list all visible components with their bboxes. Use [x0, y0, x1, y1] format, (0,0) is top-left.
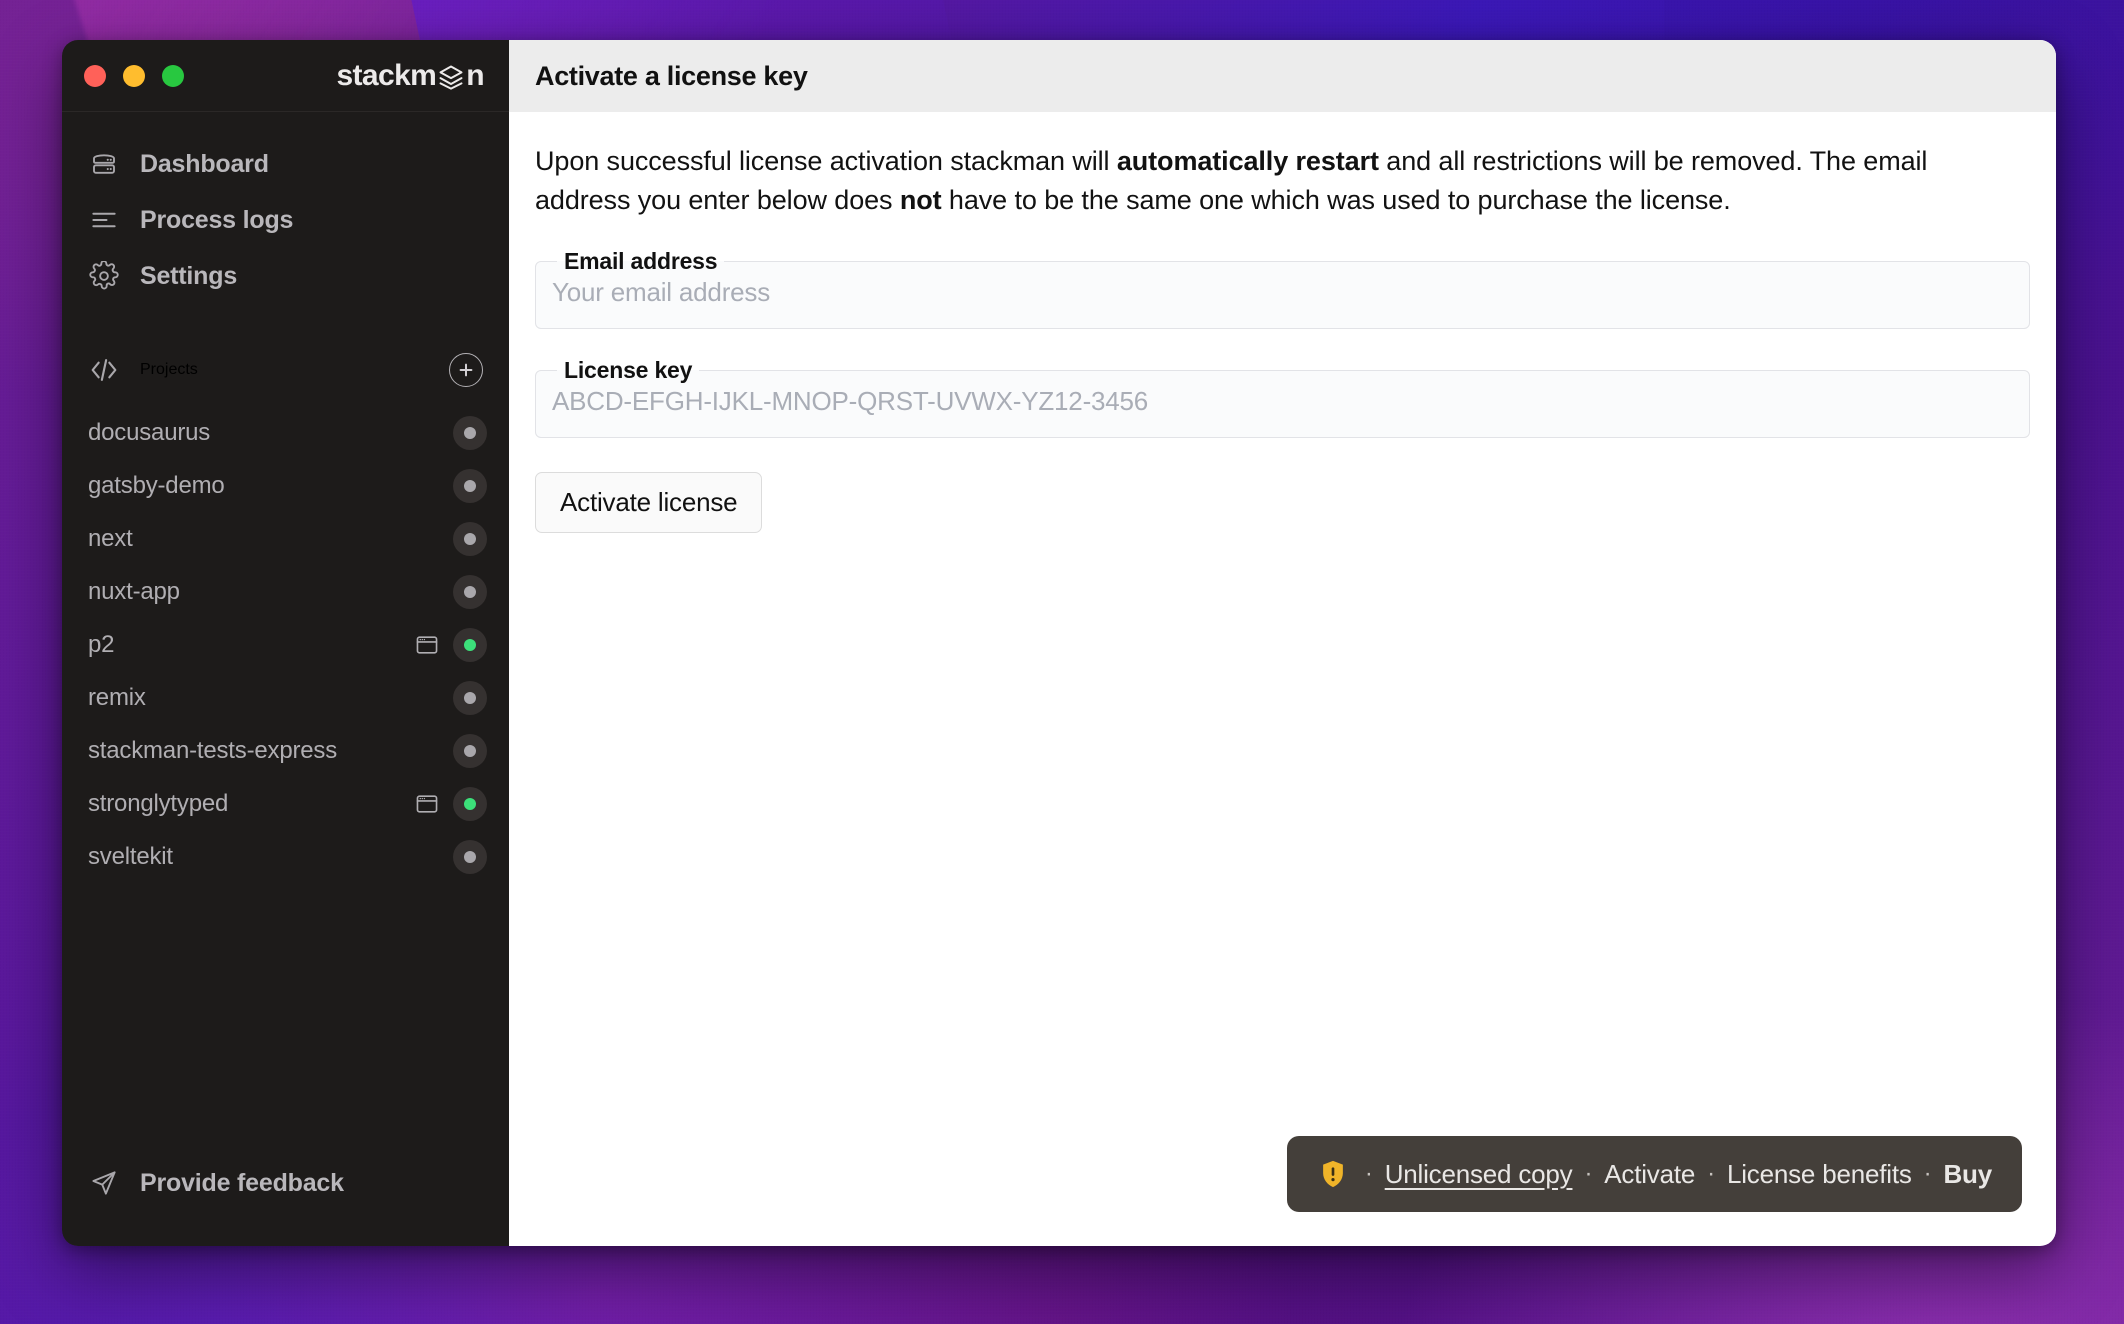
- minimize-window-button[interactable]: [123, 64, 145, 87]
- email-field-label: Email address: [564, 248, 718, 275]
- sidebar-item-settings[interactable]: Settings: [62, 248, 509, 304]
- sidebar-item-label: Settings: [140, 261, 238, 290]
- sidebar-item-process-logs[interactable]: Process logs: [62, 192, 509, 248]
- layers-icon: [437, 63, 465, 91]
- intro-paragraph: Upon successful license activation stack…: [535, 142, 2030, 220]
- license-key-field[interactable]: [552, 384, 2013, 424]
- toast-separator: ·: [1923, 1160, 1932, 1187]
- email-field[interactable]: [552, 275, 2013, 315]
- projects-section-header: Projects: [62, 340, 509, 400]
- project-name: docusaurus: [88, 418, 211, 446]
- unlicensed-copy-link[interactable]: Unlicensed copy: [1385, 1159, 1573, 1190]
- browser-window-icon[interactable]: [413, 631, 441, 659]
- sidebar-item-dashboard[interactable]: Dashboard: [62, 136, 509, 192]
- intro-part3: have to be the same one which was used t…: [941, 185, 1731, 216]
- status-badge: [453, 839, 487, 874]
- sidebar-item-label: Process logs: [140, 205, 294, 234]
- brand-prefix: stackm: [336, 58, 437, 92]
- projects-label: Projects: [140, 361, 198, 378]
- intro-part1: Upon successful license activation stack…: [535, 146, 1117, 176]
- status-badge: [453, 786, 487, 821]
- project-name: sveltekit: [88, 842, 173, 870]
- intro-bold-not: not: [899, 185, 942, 216]
- list-item[interactable]: remix: [62, 671, 509, 724]
- maximize-window-button[interactable]: [162, 64, 184, 87]
- list-item[interactable]: sveltekit: [62, 830, 509, 883]
- app-logo: stackm n: [336, 59, 484, 93]
- main-body: Upon successful license activation stack…: [509, 112, 2056, 1246]
- window-controls: [84, 64, 184, 87]
- license-benefits-link[interactable]: License benefits: [1727, 1159, 1912, 1190]
- project-name: nuxt-app: [88, 577, 180, 605]
- status-badge: [453, 627, 487, 662]
- list-item[interactable]: gatsby-demo: [62, 459, 509, 512]
- intro-bold-restart: automatically restart: [1116, 146, 1379, 176]
- status-badge: [453, 574, 487, 609]
- activate-license-button[interactable]: Activate license: [535, 472, 763, 534]
- gear-icon: [88, 260, 120, 292]
- project-list: docusaurus gatsby-demo next nuxt-app p2: [62, 406, 509, 883]
- list-item[interactable]: nuxt-app: [62, 565, 509, 618]
- buy-link[interactable]: Buy: [1943, 1159, 1992, 1190]
- brand-suffix: n: [466, 58, 484, 92]
- status-badge: [453, 733, 487, 768]
- list-item[interactable]: docusaurus: [62, 406, 509, 459]
- sidebar-footer: Provide feedback: [62, 1154, 509, 1246]
- project-name: next: [88, 524, 133, 552]
- toast-separator: ·: [1584, 1160, 1593, 1187]
- status-badge: [453, 521, 487, 556]
- project-name: remix: [88, 683, 146, 711]
- provide-feedback-button[interactable]: Provide feedback: [62, 1154, 509, 1212]
- list-item[interactable]: p2: [62, 618, 509, 671]
- project-name: gatsby-demo: [88, 471, 225, 499]
- send-icon: [88, 1167, 120, 1199]
- status-badge: [453, 680, 487, 715]
- server-icon: [88, 148, 120, 180]
- list-item[interactable]: stronglytyped: [62, 777, 509, 830]
- activate-link[interactable]: Activate: [1604, 1159, 1695, 1190]
- main-header: Activate a license key: [509, 40, 2056, 112]
- primary-nav: Dashboard Process logs Settings: [62, 112, 509, 312]
- provide-feedback-label: Provide feedback: [140, 1168, 344, 1197]
- list-icon: [88, 204, 120, 236]
- main-panel: Activate a license key Upon successful l…: [509, 40, 2056, 1246]
- list-item[interactable]: stackman-tests-express: [62, 724, 509, 777]
- toast-separator: ·: [1364, 1160, 1373, 1187]
- sidebar-item-label: Dashboard: [140, 149, 269, 178]
- status-badge: [453, 468, 487, 503]
- project-name: stackman-tests-express: [88, 736, 338, 764]
- sidebar: stackm n Dashboard Process logs Settings…: [62, 40, 509, 1246]
- toast-separator: ·: [1707, 1160, 1715, 1187]
- application-window: stackm n Dashboard Process logs Settings…: [62, 40, 2056, 1246]
- project-name: stronglytyped: [88, 789, 229, 817]
- code-brackets-icon: [88, 354, 120, 386]
- list-item[interactable]: next: [62, 512, 509, 565]
- add-project-button[interactable]: [449, 353, 483, 387]
- status-badge: [453, 415, 487, 450]
- browser-window-icon[interactable]: [413, 790, 441, 818]
- license-status-bar: · Unlicensed copy · Activate · License b…: [1286, 1136, 2022, 1212]
- project-name: p2: [88, 630, 115, 658]
- license-key-field-group: License key: [535, 357, 2030, 439]
- license-key-field-label: License key: [564, 357, 693, 384]
- shield-warning-icon: [1317, 1158, 1349, 1190]
- email-field-group: Email address: [535, 248, 2030, 330]
- window-titlebar: stackm n: [62, 40, 509, 112]
- close-window-button[interactable]: [84, 64, 106, 87]
- page-title: Activate a license key: [535, 60, 808, 91]
